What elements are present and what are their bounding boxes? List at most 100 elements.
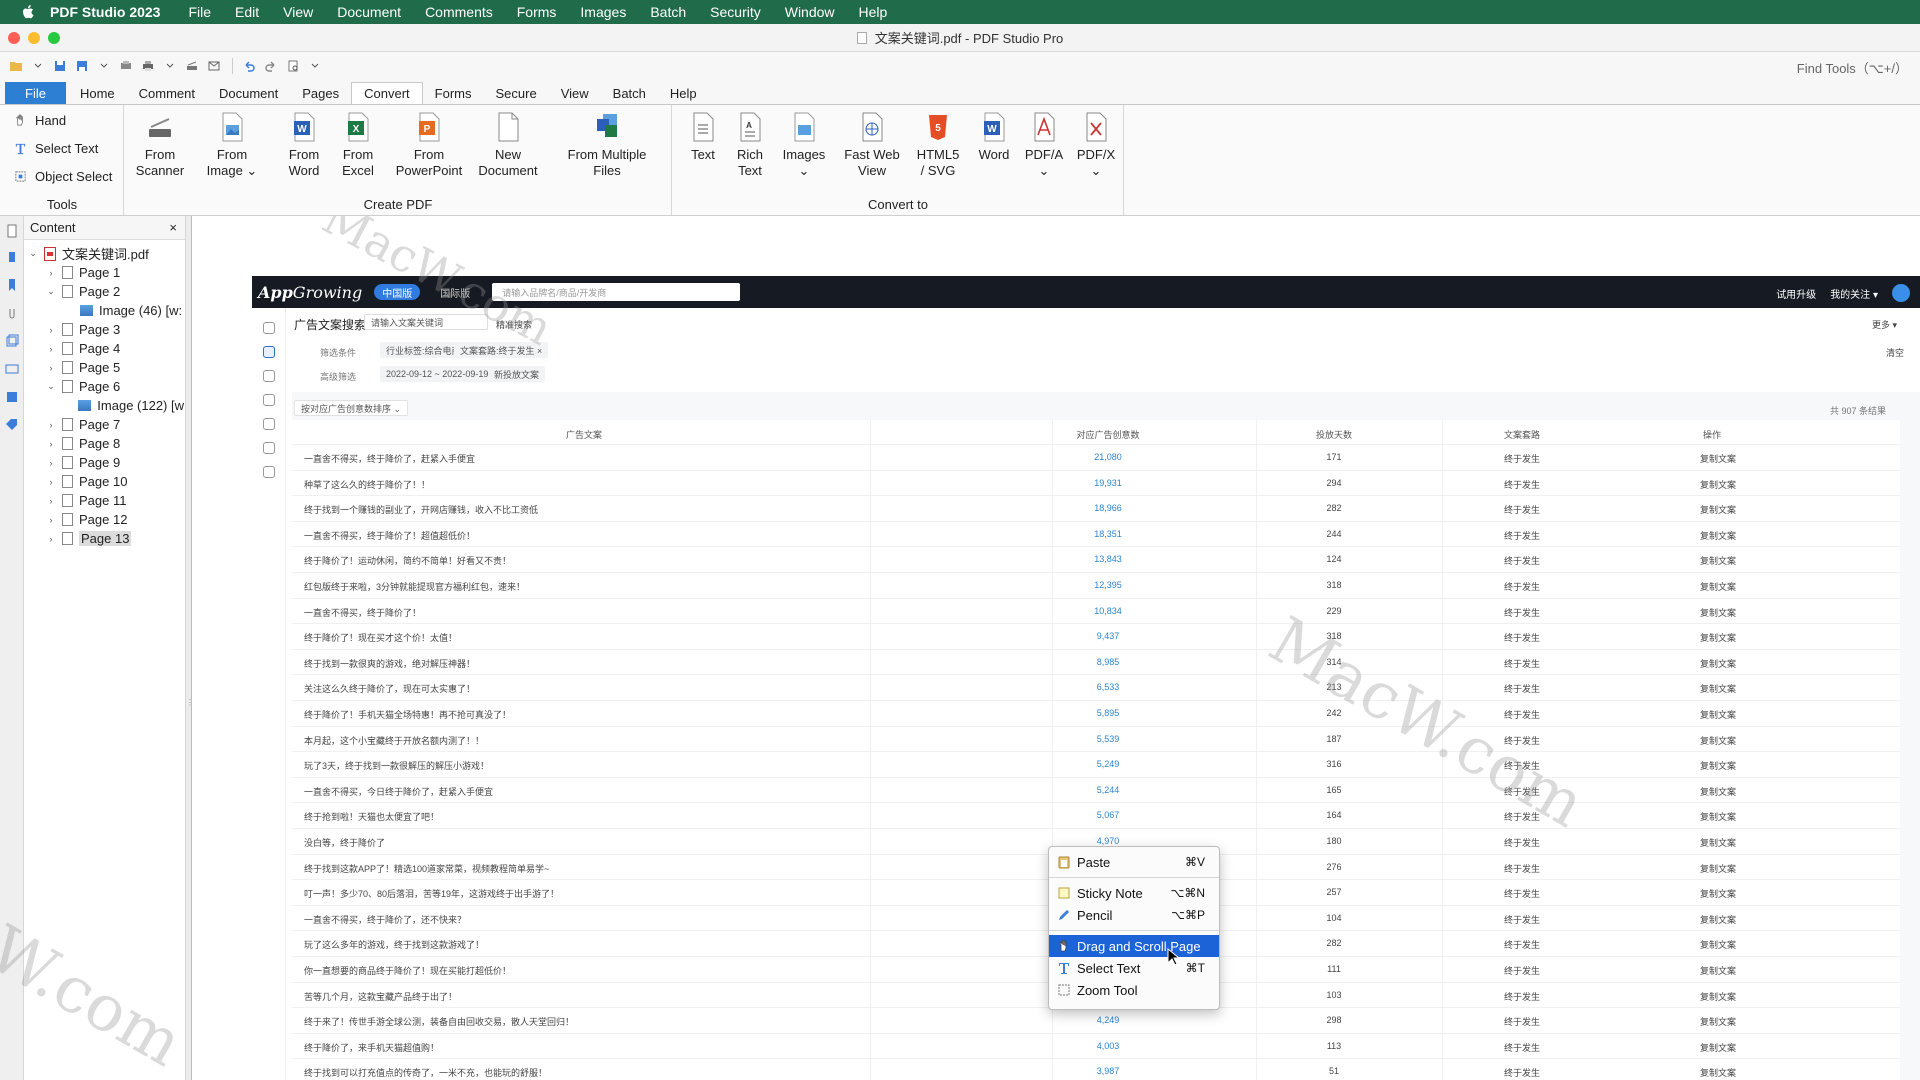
chevron-down-icon[interactable] [160,56,180,76]
from-multiple-files-button[interactable]: From Multiple Files [548,111,666,179]
tab-help[interactable]: Help [658,82,709,104]
menu-comments[interactable]: Comments [425,4,493,20]
chevron-icon[interactable]: › [46,515,56,525]
tree-item-page[interactable]: › Page 13 [24,529,184,548]
context-menu-item-select-text[interactable]: Select Text ⌘T [1049,957,1219,979]
chevron-icon[interactable]: › [46,496,56,506]
convert-images-button[interactable]: Images ⌄ [780,111,828,179]
document-view[interactable]: AppGrowing 中国版 国际版 请输入品牌名/商品/开发商 试用升级 我的… [191,216,1920,1080]
hand-tool-button[interactable]: Hand [14,113,66,128]
menu-file[interactable]: File [188,4,211,20]
tab-comment[interactable]: Comment [127,82,207,104]
tree-item-page[interactable]: › Page 4 [24,339,184,358]
tree-item-page[interactable]: › Page 10 [24,472,184,491]
close-icon[interactable]: × [169,220,177,235]
print-icon[interactable] [138,56,158,76]
convert-word-button[interactable]: W Word [974,111,1014,163]
redo-icon[interactable] [261,56,281,76]
tree-item-page[interactable]: ⌄ Page 6 [24,377,184,396]
convert-text-button[interactable]: Text [686,111,720,163]
menu-images[interactable]: Images [580,4,626,20]
tree-item-page[interactable]: › Page 9 [24,453,184,472]
hand-panel-icon[interactable] [5,250,19,264]
save-as-icon[interactable] [72,56,92,76]
chevron-icon[interactable]: › [46,325,56,335]
convert-pdfa-button[interactable]: PDF/A ⌄ [1024,111,1064,179]
app-name-menu[interactable]: PDF Studio 2023 [50,4,160,20]
tab-view[interactable]: View [549,82,601,104]
tab-file[interactable]: File [5,82,66,104]
bookmarks-panel-icon[interactable] [5,278,19,292]
menu-document[interactable]: Document [337,4,401,20]
from-scanner-button[interactable]: From Scanner [136,111,184,179]
tree-item-image[interactable]: Image (122) [w [24,396,184,415]
email-icon[interactable] [204,56,224,76]
menu-edit[interactable]: Edit [235,4,259,20]
object-select-tool-button[interactable]: Object Select [14,169,112,184]
html5-svg-button[interactable]: 5 HTML5 / SVG [912,111,964,179]
context-menu-item-pencil[interactable]: Pencil ⌥⌘P [1049,904,1219,926]
chevron-icon[interactable]: › [46,420,56,430]
tab-pages[interactable]: Pages [290,82,351,104]
convert-rich-text-button[interactable]: A Rich Text [730,111,770,179]
save-icon[interactable] [50,56,70,76]
context-menu-item-zoom-tool[interactable]: Zoom Tool [1049,979,1219,1001]
chevron-down-icon[interactable] [28,56,48,76]
document-properties-icon[interactable] [283,56,303,76]
apple-icon[interactable] [18,3,38,21]
close-window-button[interactable] [8,32,20,44]
menu-security[interactable]: Security [710,4,761,20]
undo-icon[interactable] [239,56,259,76]
chevron-icon[interactable]: › [46,439,56,449]
open-folder-icon[interactable] [6,56,26,76]
chevron-down-icon[interactable] [94,56,114,76]
chevron-icon[interactable]: ⌄ [46,286,56,297]
tab-document[interactable]: Document [207,82,290,104]
content-panel-icon[interactable] [5,390,19,404]
layers-panel-icon[interactable] [5,334,19,348]
tab-convert[interactable]: Convert [351,82,423,104]
context-menu-item-paste[interactable]: Paste ⌘V [1049,851,1219,873]
menu-forms[interactable]: Forms [517,4,557,20]
tab-home[interactable]: Home [68,82,127,104]
attachments-panel-icon[interactable] [5,306,19,320]
chevron-down-icon[interactable] [305,56,325,76]
find-tools-search[interactable]: Find Tools（⌥+/） [1797,58,1908,77]
menu-window[interactable]: Window [785,4,835,20]
select-text-tool-button[interactable]: Select Text [14,141,98,156]
tree-item-page[interactable]: › Page 8 [24,434,184,453]
chevron-icon[interactable]: › [46,477,56,487]
from-word-button[interactable]: W From Word [284,111,324,179]
print-preview-icon[interactable] [116,56,136,76]
menu-batch[interactable]: Batch [650,4,686,20]
from-excel-button[interactable]: X From Excel [338,111,378,179]
new-document-button[interactable]: New Document [476,111,540,179]
signatures-panel-icon[interactable] [5,362,19,376]
zoom-window-button[interactable] [48,32,60,44]
fast-web-view-button[interactable]: Fast Web View [840,111,904,179]
chevron-icon[interactable]: › [46,534,56,544]
scan-icon[interactable] [182,56,202,76]
pages-panel-icon[interactable] [5,224,19,238]
tree-item-page[interactable]: › Page 12 [24,510,184,529]
tags-panel-icon[interactable] [5,418,19,432]
chevron-icon[interactable]: › [46,363,56,373]
from-powerpoint-button[interactable]: P From PowerPoint [392,111,466,179]
tree-item-page[interactable]: › Page 1 [24,263,184,282]
tab-secure[interactable]: Secure [484,82,549,104]
context-menu-item-sticky-note[interactable]: Sticky Note ⌥⌘N [1049,882,1219,904]
context-menu-item-drag-and-scroll-page[interactable]: Drag and Scroll Page [1049,935,1219,957]
convert-pdfx-button[interactable]: PDF/X ⌄ [1076,111,1116,179]
tab-forms[interactable]: Forms [423,82,484,104]
tree-item-page[interactable]: › Page 7 [24,415,184,434]
tree-item-page[interactable]: › Page 11 [24,491,184,510]
minimize-window-button[interactable] [28,32,40,44]
tab-batch[interactable]: Batch [601,82,658,104]
tree-item-page[interactable]: ⌄ Page 2 [24,282,184,301]
chevron-icon[interactable]: › [46,458,56,468]
chevron-icon[interactable]: ⌄ [28,248,38,259]
pdf-page[interactable]: AppGrowing 中国版 国际版 请输入品牌名/商品/开发商 试用升级 我的… [191,216,1920,1080]
chevron-icon[interactable]: › [46,344,56,354]
from-image-button[interactable]: From Image ⌄ [202,111,262,179]
menu-view[interactable]: View [283,4,313,20]
